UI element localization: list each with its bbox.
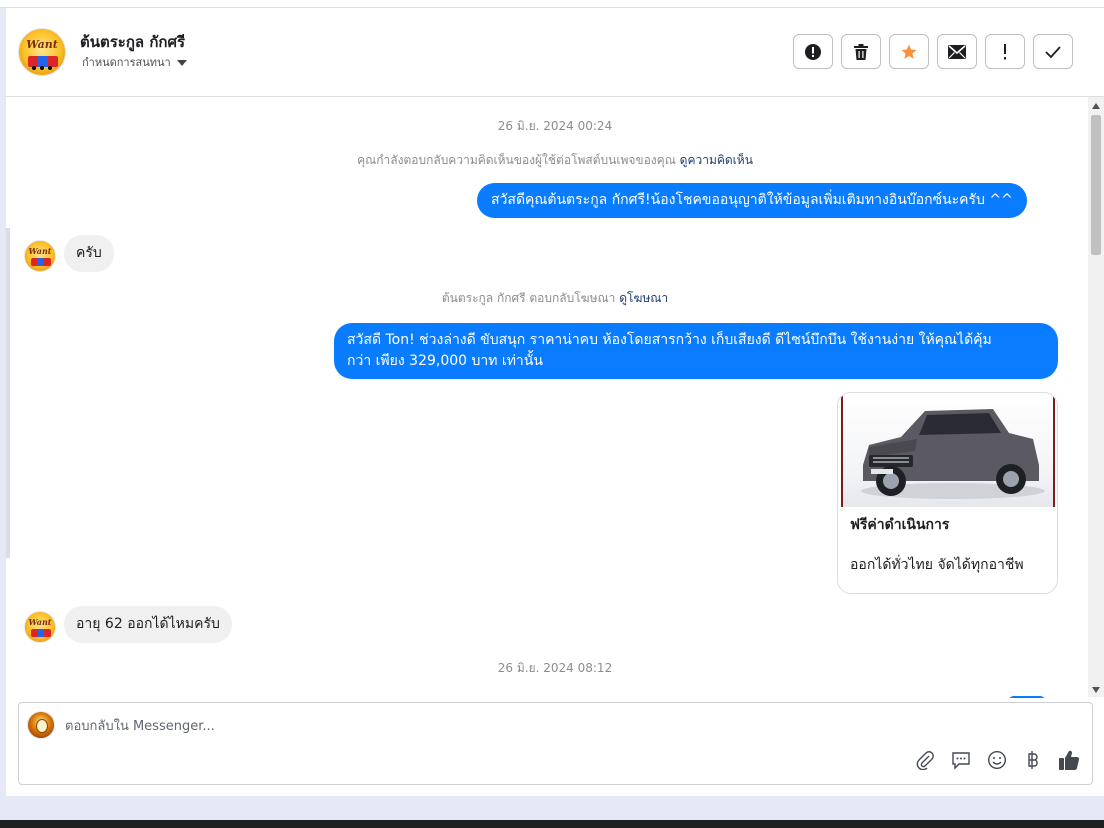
reply-input[interactable]: [65, 715, 965, 737]
avatar-logo-text: Want: [26, 38, 58, 51]
top-edge: [0, 0, 1104, 8]
saved-reply-button[interactable]: [950, 749, 972, 771]
baht-icon: [1028, 751, 1038, 769]
caret-down-icon: [176, 60, 187, 66]
conversation-header: Want ต้นตระกูล กักศรี กำหนดการสนทนา: [6, 8, 1104, 97]
contact-avatar-small[interactable]: Want: [24, 611, 56, 643]
emoji-button[interactable]: [986, 749, 1008, 771]
alert-circle-icon: [805, 43, 821, 60]
notice-text: ต้นตระกูล กักศรี ตอบกลับโฆษณา: [441, 291, 616, 305]
outgoing-message-partial: [1008, 696, 1046, 698]
contact-avatar[interactable]: Want: [18, 28, 66, 76]
assign-label: กำหนดการสนทนา: [82, 56, 171, 69]
done-button[interactable]: [1033, 34, 1073, 69]
ad-reply-notice: ต้นตระกูล กักศรี ตอบกลับโฆษณา ดูโฆษณา: [6, 289, 1104, 308]
contact-name[interactable]: ต้นตระกูล กักศรี: [80, 30, 185, 54]
ad-card-title: ฟรีค่าดำเนินการ: [850, 517, 950, 533]
emoji-icon: [987, 750, 1007, 770]
envelope-icon: [948, 44, 966, 59]
message-thread[interactable]: 26 มิ.ย. 2024 00:24 คุณกำลังตอบกลับความค…: [6, 97, 1104, 698]
timestamp: 26 มิ.ย. 2024 00:24: [497, 119, 613, 133]
page-avatar: [27, 711, 55, 739]
exclamation-icon: [1004, 43, 1006, 59]
view-ad-link[interactable]: ดูโฆษณา: [619, 291, 668, 305]
scroll-up-arrow-icon[interactable]: [1092, 103, 1100, 109]
conversation-panel: Want ต้นตระกูล กักศรี กำหนดการสนทนา 26 ม…: [6, 8, 1104, 796]
ad-card-description: ออกได้ทั่วไทย จัดได้ทุกอาชีพ: [850, 557, 1024, 573]
paperclip-icon: [916, 751, 934, 770]
ad-card[interactable]: ฟรีค่าดำเนินการ ออกได้ทั่วไทย จัดได้ทุกอ…: [837, 392, 1058, 594]
pickup-truck-image: [861, 409, 1045, 499]
contact-avatar-small[interactable]: Want: [24, 240, 56, 272]
message-line: กว่า เพียง 329,000 บาท เท่านั้น: [347, 353, 543, 369]
star-icon: [901, 44, 917, 59]
incoming-message[interactable]: อายุ 62 ออกได้ไหมครับ: [64, 606, 232, 643]
like-button[interactable]: [1058, 749, 1080, 771]
view-comment-link[interactable]: ดูความคิดเห็น: [680, 153, 753, 167]
scrollbar-thumb[interactable]: [1091, 115, 1101, 255]
thread-scrollbar[interactable]: [1088, 97, 1104, 697]
assign-conversation-dropdown[interactable]: กำหนดการสนทนา: [82, 53, 187, 71]
payment-button[interactable]: [1022, 749, 1044, 771]
taskbar-edge: [0, 820, 1104, 828]
comment-reply-notice: คุณกำลังตอบกลับความคิดเห็นของผู้ใช้ต่อโพ…: [6, 151, 1104, 170]
header-actions: [793, 34, 1073, 69]
attach-button[interactable]: [914, 749, 936, 771]
message-line: สวัสดี Ton! ช่วงล่างดี ขับสนุก ราคาน่าคบ…: [347, 332, 992, 348]
notice-text: คุณกำลังตอบกลับความคิดเห็นของผู้ใช้ต่อโพ…: [357, 153, 676, 167]
check-icon: [1045, 45, 1061, 58]
incoming-message[interactable]: ครับ: [64, 235, 114, 272]
saved-reply-icon: [952, 752, 970, 770]
thumbs-up-icon: [1059, 750, 1080, 771]
delete-button[interactable]: [841, 34, 881, 69]
ad-card-image: [841, 393, 1055, 507]
scroll-down-arrow-icon[interactable]: [1092, 687, 1100, 693]
mark-unread-button[interactable]: [937, 34, 977, 69]
timestamp: 26 มิ.ย. 2024 08:12: [497, 661, 613, 675]
follow-up-button[interactable]: [985, 34, 1025, 69]
outgoing-message[interactable]: สวัสดีคุณต้นตระกูล กักศรี!น้องโชคขออนุญา…: [477, 183, 1027, 218]
trash-icon: [854, 43, 868, 60]
outgoing-ad-message[interactable]: สวัสดี Ton! ช่วงล่างดี ขับสนุก ราคาน่าคบ…: [334, 323, 1058, 379]
reply-composer: [18, 702, 1093, 785]
star-button[interactable]: [889, 34, 929, 69]
composer-tools: [914, 749, 1080, 771]
spam-button[interactable]: [793, 34, 833, 69]
